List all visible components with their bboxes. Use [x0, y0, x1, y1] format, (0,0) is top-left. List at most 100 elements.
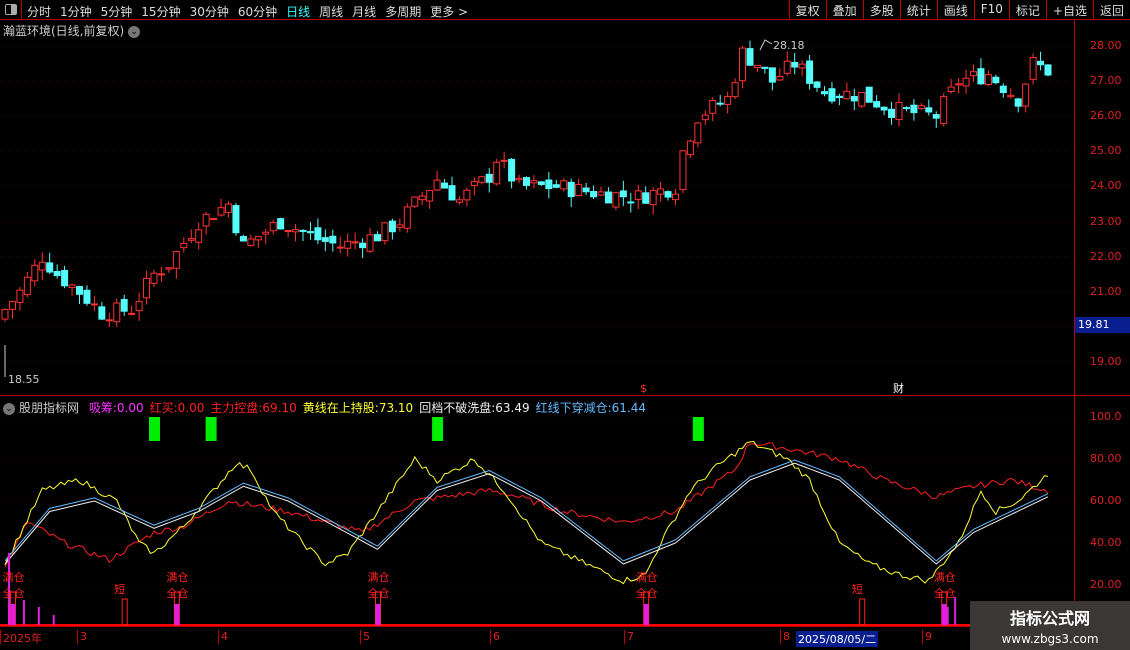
candle-down	[850, 96, 858, 102]
candle-up	[955, 83, 963, 86]
candle-down	[835, 95, 843, 99]
candle-up	[694, 122, 702, 144]
candle-down	[46, 262, 54, 273]
candle-up	[672, 193, 679, 201]
watermark-url: www.zbgs3.com	[1001, 632, 1099, 646]
accumulation-bar	[643, 604, 649, 625]
accumulation-bar	[941, 604, 947, 625]
candle-up	[128, 312, 136, 315]
candle-up	[470, 180, 478, 187]
candle-up	[254, 236, 262, 241]
candle-down	[567, 181, 575, 198]
candle-down	[299, 229, 307, 233]
candle-down	[321, 237, 329, 242]
candle-up	[262, 231, 270, 235]
candle-up	[649, 189, 657, 206]
candle-down	[83, 289, 91, 304]
candle-up	[165, 267, 173, 270]
candle-up	[225, 203, 232, 213]
candle-down	[761, 66, 769, 69]
candle-up	[143, 277, 151, 299]
candle-up	[23, 276, 31, 296]
candle-up	[1022, 83, 1030, 107]
candle-down	[523, 177, 530, 186]
candle-up	[150, 272, 158, 284]
candle-up	[31, 264, 39, 282]
finance-marker: 财	[893, 381, 904, 395]
candle-up	[500, 159, 508, 162]
candle-down	[590, 191, 598, 198]
candle-up	[180, 242, 188, 249]
candle-down	[992, 76, 1000, 84]
accumulation-bar	[954, 597, 957, 625]
candle-down	[374, 234, 381, 242]
candle-down	[552, 184, 560, 188]
signal-bar	[859, 598, 866, 626]
high-marker	[759, 39, 773, 51]
candle-down	[545, 179, 553, 190]
dividend-marker: $	[640, 382, 647, 395]
candle-up	[381, 222, 389, 242]
candle-up	[709, 100, 717, 114]
candle-up	[1007, 94, 1015, 98]
candle-down	[977, 68, 985, 85]
candle-down	[239, 235, 247, 242]
candle-up	[202, 213, 210, 227]
candle-down	[768, 67, 776, 83]
cursor-date: 2025/08/05/二	[796, 631, 879, 647]
candle-up	[411, 196, 419, 207]
candle-up	[418, 195, 426, 201]
signal-label: 短	[851, 583, 863, 596]
candle-up	[38, 261, 46, 271]
candle-down	[619, 190, 627, 198]
candle-down	[1037, 60, 1045, 66]
green-signal-bar	[205, 417, 217, 441]
signal-label: 满仓	[933, 571, 956, 584]
candle-down	[791, 61, 799, 68]
accumulation-bar	[375, 604, 381, 625]
candle-up	[403, 206, 411, 229]
candle-up	[187, 238, 195, 241]
accumulation-bar	[37, 607, 40, 625]
date-label: 9	[922, 630, 932, 644]
price-tick: 28.00	[1090, 39, 1122, 52]
candle-up	[284, 230, 292, 233]
price-tick: 24.00	[1090, 179, 1122, 193]
candle-down	[627, 201, 635, 204]
panel-divider	[0, 626, 1130, 627]
indicator-tick: 20.00	[1090, 578, 1122, 591]
candle-down	[746, 48, 754, 66]
candle-up	[366, 234, 374, 252]
candle-up	[917, 105, 925, 109]
candle-up	[575, 183, 583, 196]
signal-bar	[121, 598, 128, 626]
date-label: 4	[218, 630, 228, 644]
candle-down	[716, 102, 724, 105]
candle-up	[970, 71, 977, 77]
candle-up	[783, 60, 791, 74]
price-tick: 26.00	[1090, 109, 1122, 123]
candle-up	[90, 303, 98, 306]
candle-down	[1044, 64, 1052, 76]
toolbar-button[interactable]: 返回	[1092, 0, 1130, 20]
candle-down	[664, 191, 672, 198]
candle-down	[828, 88, 836, 102]
candle-down	[902, 107, 910, 110]
candle-up	[962, 77, 970, 87]
candle-up	[940, 96, 948, 124]
candle-up	[292, 229, 300, 233]
candle-down	[508, 158, 516, 182]
candle-up	[984, 74, 992, 85]
signal-label: 满仓	[2, 571, 25, 584]
watermark-title: 指标公式网	[1009, 609, 1090, 628]
candle-up	[269, 222, 277, 232]
accumulation-bar	[52, 615, 55, 625]
chart-canvas[interactable]: 18.55 28.18 $ 财	[0, 0, 1075, 626]
candle-down	[314, 227, 322, 241]
candle-down	[932, 114, 940, 119]
candle-down	[821, 91, 828, 95]
candle-up	[113, 302, 121, 323]
candle-up	[493, 161, 501, 185]
candle-up	[1, 308, 9, 320]
candle-up	[1029, 57, 1037, 80]
